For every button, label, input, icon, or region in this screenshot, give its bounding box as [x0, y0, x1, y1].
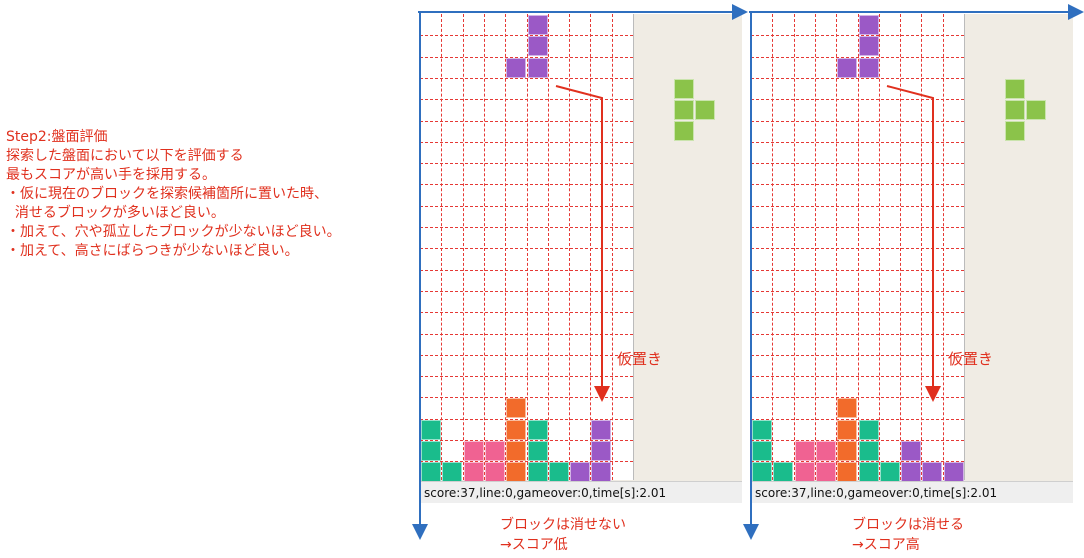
annotation-overlay — [412, 4, 1084, 540]
drop-arrow — [555, 85, 610, 402]
drop-arrow — [886, 85, 941, 402]
